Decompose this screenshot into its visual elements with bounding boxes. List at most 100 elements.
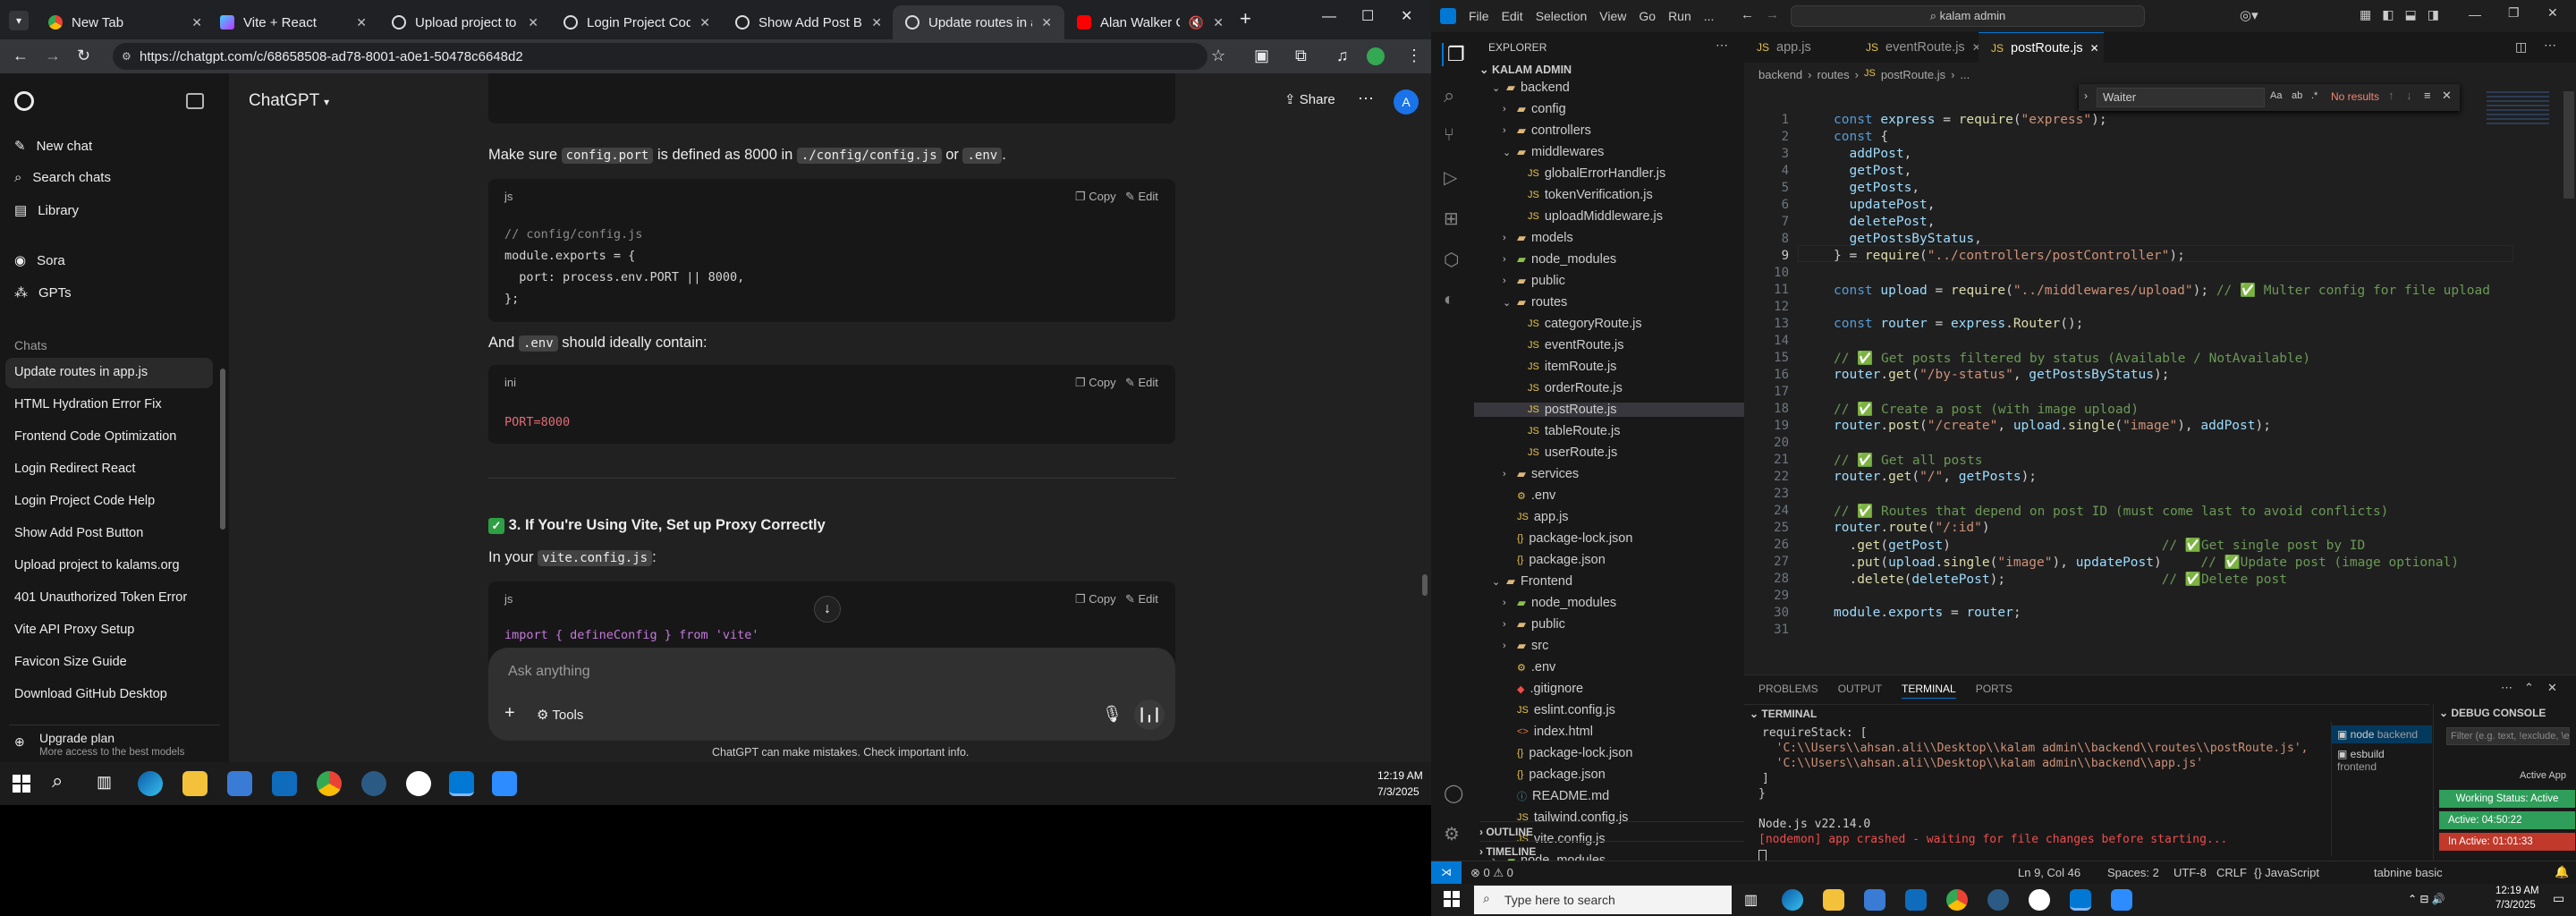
tree-folder[interactable]: › ▰ node_modules (1503, 596, 1616, 610)
tab-show-add-post[interactable]: Show Add Post Button ✕ (723, 5, 894, 39)
edge-icon[interactable] (138, 771, 163, 796)
maximize-panel-icon[interactable]: ⌃ (2524, 681, 2534, 695)
split-editor-icon[interactable]: ◫ (2515, 39, 2527, 55)
mail-icon[interactable] (1905, 889, 1927, 911)
tree-file[interactable]: JS itemRoute.js (1513, 360, 1616, 374)
close-find-icon[interactable]: ✕ (2442, 89, 2452, 103)
customize-layout-icon[interactable]: ▦ (2360, 7, 2371, 22)
close-icon[interactable]: ✕ (2090, 42, 2099, 55)
zoom-icon[interactable] (492, 771, 517, 796)
menu-edit[interactable]: Edit (1502, 9, 1523, 23)
microphone-icon[interactable]: 🎙 (1102, 705, 1123, 724)
tree-file[interactable]: {} package-lock.json (1503, 531, 1632, 546)
tools-button[interactable]: ⚙ Tools (537, 707, 583, 723)
tree-file[interactable]: JS userRoute.js (1513, 445, 1617, 460)
message-input[interactable]: Ask anything (508, 664, 590, 680)
close-window-button[interactable]: ✕ (1401, 7, 1412, 25)
panel-tab-output[interactable]: OUTPUT (1838, 683, 1882, 699)
tree-file[interactable]: JS tableRoute.js (1513, 424, 1620, 438)
source-control-icon[interactable]: ⑂ (1444, 125, 1454, 146)
find-input[interactable]: Waiter (2097, 88, 2265, 107)
edit-button[interactable]: ✎ Edit (1125, 190, 1158, 204)
menu-run[interactable]: Run (1668, 9, 1691, 23)
library-button[interactable]: ▤ Library (14, 202, 79, 219)
chat-item[interactable]: Download GitHub Desktop (14, 687, 167, 701)
language-mode[interactable]: {} JavaScript (2254, 866, 2319, 879)
main-scrollbar[interactable] (1422, 574, 1428, 596)
tree-file[interactable]: JS tokenVerification.js (1513, 188, 1653, 202)
tree-file[interactable]: JS orderRoute.js (1513, 381, 1623, 395)
toggle-secondary-sidebar-icon[interactable]: ◨ (2428, 7, 2439, 22)
tab-upload-project[interactable]: Upload project to kala ✕ (379, 5, 551, 39)
tree-file[interactable]: {} package-lock.json (1503, 746, 1632, 760)
explorer-icon[interactable]: ❐ (1442, 43, 1465, 66)
chat-item[interactable]: Frontend Code Optimization (14, 429, 176, 444)
encoding[interactable]: UTF-8 (2174, 866, 2207, 879)
minimap[interactable] (2487, 91, 2549, 127)
find-in-selection-icon[interactable]: ≡ (2424, 89, 2431, 102)
mute-icon[interactable]: 🔇 (1189, 15, 1204, 30)
close-icon[interactable]: ✕ (528, 15, 538, 30)
chrome-menu-icon[interactable]: ⋮ (1406, 47, 1422, 65)
forward-icon[interactable]: → (45, 47, 61, 65)
copilot-icon[interactable]: ◎▾ (2240, 7, 2258, 23)
close-window-button[interactable]: ✕ (2547, 5, 2558, 21)
nav-forward-icon[interactable]: → (1766, 7, 1779, 22)
tree-file[interactable]: <> index.html (1503, 725, 1593, 739)
task-view-icon[interactable]: ▥ (97, 773, 112, 792)
zoom-icon[interactable] (2111, 889, 2132, 911)
windows-start-icon[interactable] (1444, 891, 1460, 907)
breadcrumb-item[interactable]: routes (1818, 68, 1850, 81)
edit-button[interactable]: ✎ Edit (1125, 376, 1158, 390)
menu-selection[interactable]: Selection (1536, 9, 1588, 23)
chat-item[interactable]: Update routes in app.js (14, 365, 148, 379)
store-icon[interactable] (227, 771, 252, 796)
tree-file[interactable]: ⚙ .env (1503, 660, 1555, 674)
chat-item[interactable]: Upload project to kalams.org (14, 558, 180, 572)
new-chat-button[interactable]: ✎ New chat (14, 138, 92, 155)
remote-indicator[interactable]: ⋊ (1431, 861, 1462, 884)
tree-file[interactable]: JS app.js (1503, 510, 1569, 524)
indentation[interactable]: Spaces: 2 (2107, 866, 2159, 879)
gpts-button[interactable]: ⁂ GPTs (14, 284, 72, 301)
minimize-button[interactable]: — (1322, 9, 1336, 25)
outline-section[interactable]: › OUTLINE (1479, 821, 1744, 841)
openai-logo-icon[interactable] (14, 91, 34, 111)
tree-folder[interactable]: › ▰ public (1503, 274, 1565, 288)
tree-file[interactable]: JS globalErrorHandler.js (1513, 166, 1665, 181)
tree-folder[interactable]: ⌄ ▰ middlewares (1503, 145, 1604, 159)
extension-icon[interactable]: ▣ (1254, 47, 1269, 65)
toggle-sidebar-icon[interactable]: ◧ (2382, 7, 2394, 22)
match-word-icon[interactable]: ab (2292, 90, 2302, 101)
bookmark-star-icon[interactable]: ☆ (1211, 47, 1225, 65)
remote-explorer-icon[interactable]: ⬡ (1444, 249, 1459, 271)
tree-folder[interactable]: ⌄ ▰ routes (1503, 295, 1567, 310)
debug-filter-input[interactable]: Filter (e.g. text, !exclude, \e... (2446, 727, 2570, 745)
tree-file[interactable]: JS postRoute.js (1474, 403, 1744, 417)
breadcrumb-item[interactable]: ... (1960, 68, 1970, 81)
terminal-instance-esbuild[interactable]: ▣ esbuild frontend (2332, 745, 2432, 773)
mail-icon[interactable] (272, 771, 297, 796)
tree-folder[interactable]: › ▰ node_modules (1503, 252, 1616, 267)
close-icon[interactable]: ✕ (1213, 15, 1224, 30)
timeline-section[interactable]: › TIMELINE (1479, 841, 1744, 861)
back-icon[interactable]: ← (13, 47, 29, 65)
close-icon[interactable]: ✕ (356, 15, 367, 30)
tab-search-button[interactable]: ▾ (9, 11, 29, 30)
regex-icon[interactable]: .* (2311, 90, 2318, 101)
site-info-icon[interactable]: ⚙ (122, 50, 131, 63)
tab-new-tab[interactable]: New Tab ✕ (36, 5, 215, 39)
tab-update-routes[interactable]: Update routes in app.j ✕ (893, 5, 1064, 39)
tree-file[interactable]: JS uploadMiddleware.js (1513, 209, 1663, 224)
search-icon[interactable]: ⌕ (1444, 84, 1454, 107)
profile-avatar[interactable] (1367, 47, 1385, 65)
tree-file[interactable]: ⓘ README.md (1503, 789, 1609, 803)
nav-back-icon[interactable]: ← (1741, 7, 1754, 22)
workspace-root[interactable]: ⌄ KALAM ADMIN (1479, 63, 1572, 76)
chat-item[interactable]: Login Redirect React (14, 462, 135, 476)
cursor-position[interactable]: Ln 9, Col 46 (2018, 866, 2080, 879)
reload-icon[interactable]: ↻ (77, 47, 90, 65)
problems-status[interactable]: ⊗ 0 ⚠ 0 (1470, 866, 1513, 880)
tree-file[interactable]: ⚙ .env (1503, 488, 1555, 503)
notification-center-icon[interactable]: ▭ (2553, 891, 2564, 906)
